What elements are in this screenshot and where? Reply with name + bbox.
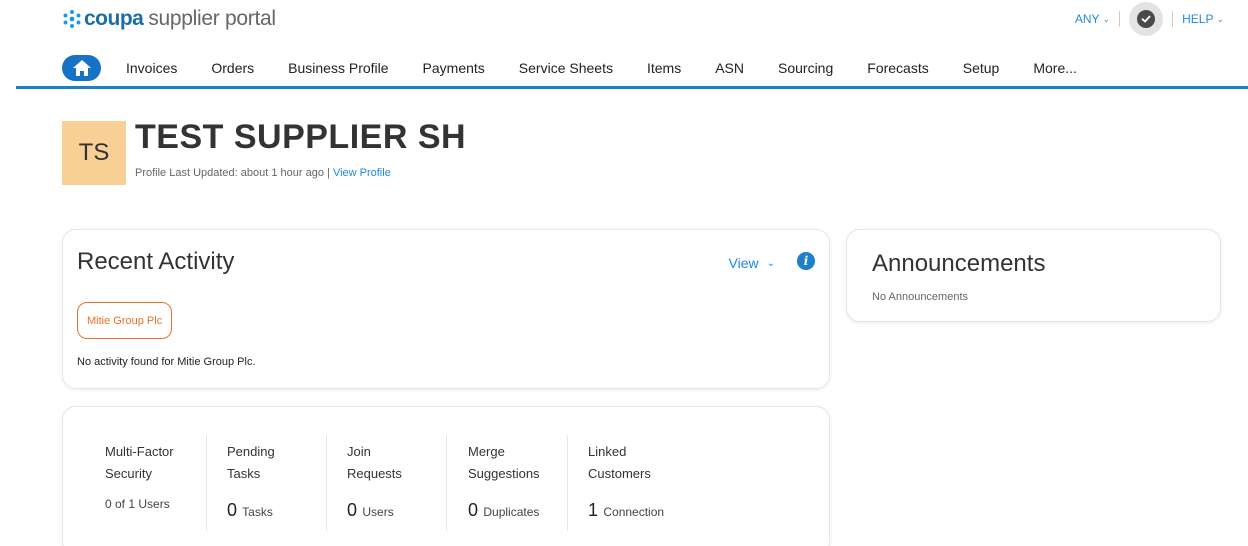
nav-invoices[interactable]: Invoices [109,60,194,76]
main-nav: Invoices Orders Business Profile Payment… [62,54,1094,82]
account-stats-card: Multi-Factor Security 0 of 1 Users Pendin… [62,406,830,546]
brand-subtitle: supplier portal [148,7,276,30]
stat-unit: Tasks [242,505,273,519]
view-profile-link[interactable]: View Profile [333,167,391,179]
stat-mfa[interactable]: Multi-Factor Security 0 of 1 Users [105,441,174,531]
recent-activity-title: Recent Activity [77,248,235,275]
stat-join-requests[interactable]: Join Requests 0 Users [347,441,402,531]
coupa-logo[interactable]: coupa supplier portal [62,7,276,31]
nav-forecasts[interactable]: Forecasts [850,60,945,76]
any-menu[interactable]: ANY ⌄ [1075,12,1110,26]
divider [326,435,327,531]
stat-number: 0 [347,500,358,520]
stat-label: Pending Tasks [227,444,275,481]
view-label: View [728,255,759,271]
stat-number: 1 [588,500,599,520]
stat-linked-customers[interactable]: Linked Customers 1 Connection [588,441,664,531]
nav-business-profile[interactable]: Business Profile [271,60,405,76]
profile-meta: Profile Last Updated: about 1 hour ago |… [135,167,391,179]
nav-more[interactable]: More... [1016,60,1094,76]
stat-unit: Users [362,505,394,519]
stat-unit: Connection [603,505,665,519]
nav-orders[interactable]: Orders [194,60,271,76]
stat-value: 0 Duplicates [468,500,539,521]
nav-sourcing[interactable]: Sourcing [761,60,850,76]
divider [446,435,447,531]
stat-label: Multi-Factor Security [105,444,174,481]
check-circle-icon [1137,10,1156,28]
chevron-down-icon: ⌄ [1102,13,1111,24]
stat-label: Linked Customers [588,444,651,481]
divider [1172,11,1174,27]
help-menu[interactable]: HELP ⌄ [1182,12,1224,26]
brand-name: coupa [84,7,144,30]
stat-number: 0 [468,500,479,520]
divider [206,435,207,531]
announcements-empty-text: No Announcements [872,291,969,303]
coupa-flake-icon [63,10,81,28]
announcements-card: Announcements No Announcements [846,229,1221,322]
no-activity-text: No activity found for Mitie Group Plc. [77,356,256,368]
chevron-down-icon: ⌄ [766,257,775,269]
stat-value: 0 of 1 Users [105,497,170,511]
profile-updated-text: Profile Last Updated: about 1 hour ago | [135,167,333,179]
announcements-title: Announcements [872,250,1046,277]
nav-setup[interactable]: Setup [946,60,1017,76]
nav-asn[interactable]: ASN [698,60,761,76]
nav-service-sheets[interactable]: Service Sheets [502,60,630,76]
info-icon[interactable]: i [797,252,815,270]
stat-label: Join Requests [347,444,402,481]
help-label: HELP [1182,12,1214,26]
nav-underline [16,86,1248,89]
nav-items[interactable]: Items [630,60,698,76]
stat-unit: Duplicates [483,505,540,519]
stat-label: Merge Suggestions [468,444,540,481]
notifications-button[interactable] [1129,2,1164,36]
chevron-down-icon: ⌄ [1216,13,1224,24]
any-label: ANY [1074,12,1100,26]
recent-activity-card: Recent Activity View ⌄ i Mitie Group Plc… [62,229,830,389]
top-bar: coupa supplier portal ANY ⌄ HELP ⌄ [0,0,1248,40]
page-title: TEST SUPPLIER SH [135,118,467,156]
stat-unit: 0 of 1 Users [105,497,170,511]
customer-chip[interactable]: Mitie Group Plc [77,302,173,339]
nav-payments[interactable]: Payments [406,60,502,76]
stat-number: 0 [227,500,238,520]
home-icon [72,60,91,76]
home-button[interactable] [62,55,101,81]
stat-pending-tasks[interactable]: Pending Tasks 0 Tasks [227,441,275,531]
view-dropdown[interactable]: View ⌄ [729,255,775,271]
stat-value: 0 Users [347,500,394,521]
utility-nav: ANY ⌄ HELP ⌄ [1075,2,1224,36]
supplier-avatar: TS [62,121,126,185]
stat-merge-suggestions[interactable]: Merge Suggestions 0 Duplicates [468,441,540,531]
stat-value: 0 Tasks [227,500,273,521]
stat-value: 1 Connection [588,500,664,521]
divider [1119,11,1121,27]
divider [567,435,568,531]
